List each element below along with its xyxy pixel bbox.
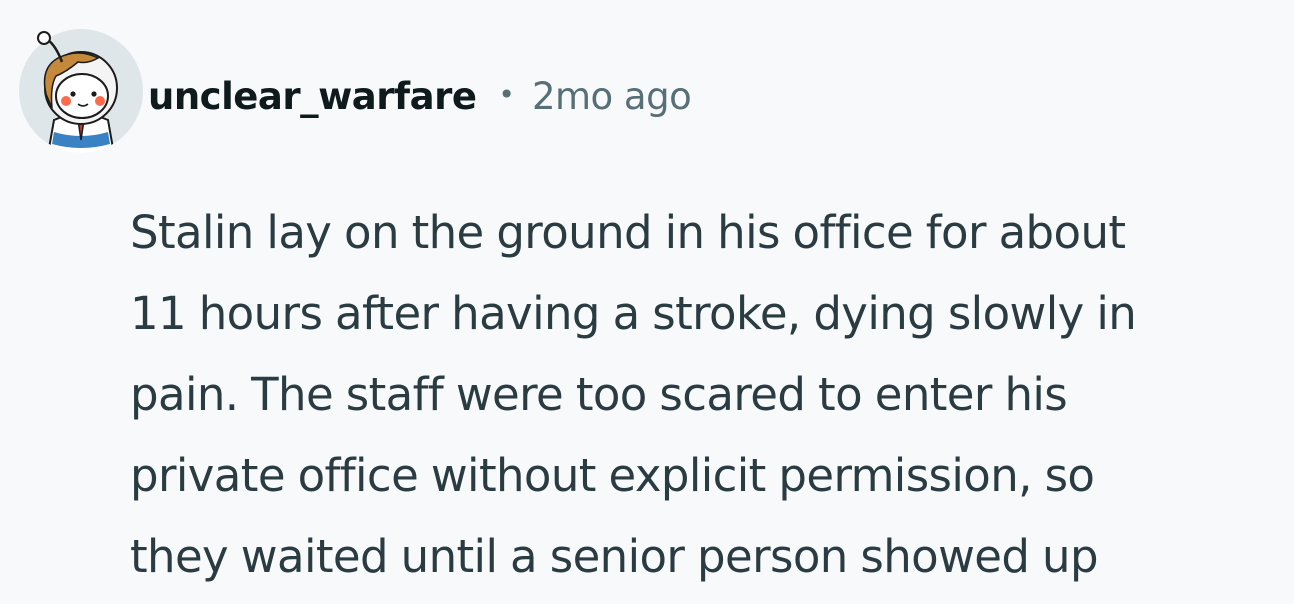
- comment-body: Stalin lay on the ground in his office f…: [130, 192, 1280, 597]
- comment-body-line: pain. The staff were too scared to enter…: [130, 368, 1068, 421]
- comment-body-line: they waited until a senior person showed…: [130, 530, 1099, 583]
- avatar[interactable]: [18, 28, 144, 154]
- username-link[interactable]: unclear_warfare: [148, 75, 477, 118]
- comment-body-line: 11 hours after having a stroke, dying sl…: [130, 287, 1137, 340]
- separator-dot: •: [498, 77, 515, 111]
- timestamp[interactable]: 2mo ago: [532, 75, 692, 118]
- comment-body-line: Stalin lay on the ground in his office f…: [130, 206, 1126, 259]
- comment-body-line: private office without explicit permissi…: [130, 449, 1095, 502]
- comment: unclear_warfare • 2mo ago Stalin lay on …: [0, 0, 1294, 604]
- comment-meta: unclear_warfare • 2mo ago: [148, 66, 692, 126]
- snoo-avatar-icon: [19, 29, 143, 153]
